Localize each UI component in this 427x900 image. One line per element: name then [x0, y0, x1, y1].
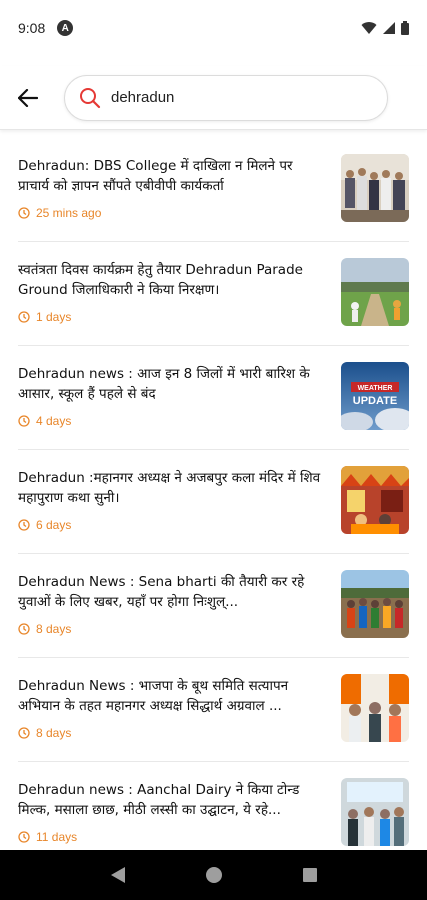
- news-title: Dehradun News : भाजपा के बूथ समिति सत्या…: [18, 678, 289, 714]
- news-thumbnail: [341, 570, 409, 638]
- clock-icon: [18, 831, 30, 843]
- news-item[interactable]: स्वतंत्रता दिवस कार्यक्रम हेतु तैयार Deh…: [18, 242, 409, 346]
- search-box[interactable]: [64, 74, 388, 121]
- thumb-update-text: UPDATE: [353, 395, 397, 407]
- news-thumbnail: [341, 778, 409, 846]
- news-title: Dehradun :महानगर अध्यक्ष ने अजबपुर कला म…: [18, 470, 321, 506]
- news-item[interactable]: Dehradun News : Sena bharti की तैयारी कर…: [18, 554, 409, 658]
- clock-icon: [18, 415, 30, 427]
- news-time: 4 days: [18, 414, 71, 428]
- news-thumbnail: [341, 674, 409, 742]
- back-arrow-icon: [18, 88, 38, 107]
- news-thumbnail: [341, 154, 409, 222]
- news-time: 25 mins ago: [18, 206, 101, 220]
- news-title: Dehradun: DBS College में दाखिला न मिलने…: [18, 158, 293, 194]
- recents-nav-icon[interactable]: [302, 867, 318, 883]
- news-item[interactable]: Dehradun news : आज इन 8 जिलों में भारी ब…: [18, 346, 409, 450]
- status-bar: 9:08 A: [0, 0, 427, 56]
- news-item[interactable]: Dehradun news : Aanchal Dairy ने किया टो…: [18, 762, 409, 850]
- news-title: Dehradun news : Aanchal Dairy ने किया टो…: [18, 782, 300, 818]
- news-time: 8 days: [18, 726, 71, 740]
- cell-signal-icon: [383, 22, 395, 34]
- status-time: 9:08: [18, 20, 46, 36]
- status-icons: [361, 21, 409, 35]
- time-label: 11 days: [36, 830, 78, 844]
- news-list: Dehradun: DBS College में दाखिला न मिलने…: [0, 138, 427, 850]
- time-label: 6 days: [36, 518, 72, 532]
- back-nav-icon[interactable]: [110, 866, 126, 884]
- battery-icon: [401, 21, 409, 35]
- system-nav-bar: [0, 850, 427, 900]
- time-label: 25 mins ago: [36, 206, 102, 220]
- search-input[interactable]: [111, 89, 351, 106]
- time-label: 8 days: [36, 622, 72, 636]
- clock-icon: [18, 311, 30, 323]
- news-thumbnail: WEATHER UPDATE: [341, 362, 409, 430]
- news-item[interactable]: Dehradun News : भाजपा के बूथ समिति सत्या…: [18, 658, 409, 762]
- clock-icon: [18, 207, 30, 219]
- clock-icon: [18, 519, 30, 531]
- wifi-icon: [361, 22, 377, 34]
- news-item[interactable]: Dehradun :महानगर अध्यक्ष ने अजबपुर कला म…: [18, 450, 409, 554]
- news-title: Dehradun news : आज इन 8 जिलों में भारी ब…: [18, 366, 310, 402]
- thumb-weather-text: WEATHER: [358, 385, 393, 392]
- app-notification-icon: A: [57, 20, 74, 36]
- time-label: 1 days: [36, 310, 72, 324]
- news-time: 1 days: [18, 310, 71, 324]
- news-thumbnail: [341, 466, 409, 534]
- clock-icon: [18, 727, 30, 739]
- news-time: 8 days: [18, 622, 71, 636]
- time-label: 4 days: [36, 414, 72, 428]
- back-button[interactable]: [0, 70, 56, 126]
- news-title: स्वतंत्रता दिवस कार्यक्रम हेतु तैयार Deh…: [18, 262, 303, 298]
- clock-icon: [18, 623, 30, 635]
- news-thumbnail: [341, 258, 409, 326]
- time-label: 8 days: [36, 726, 72, 740]
- search-icon: [80, 87, 101, 108]
- news-item[interactable]: Dehradun: DBS College में दाखिला न मिलने…: [18, 138, 409, 242]
- home-nav-icon[interactable]: [205, 866, 223, 884]
- news-time: 11 days: [18, 830, 77, 844]
- news-title: Dehradun News : Sena bharti की तैयारी कर…: [18, 574, 305, 610]
- news-time: 6 days: [18, 518, 71, 532]
- search-header: [0, 66, 427, 130]
